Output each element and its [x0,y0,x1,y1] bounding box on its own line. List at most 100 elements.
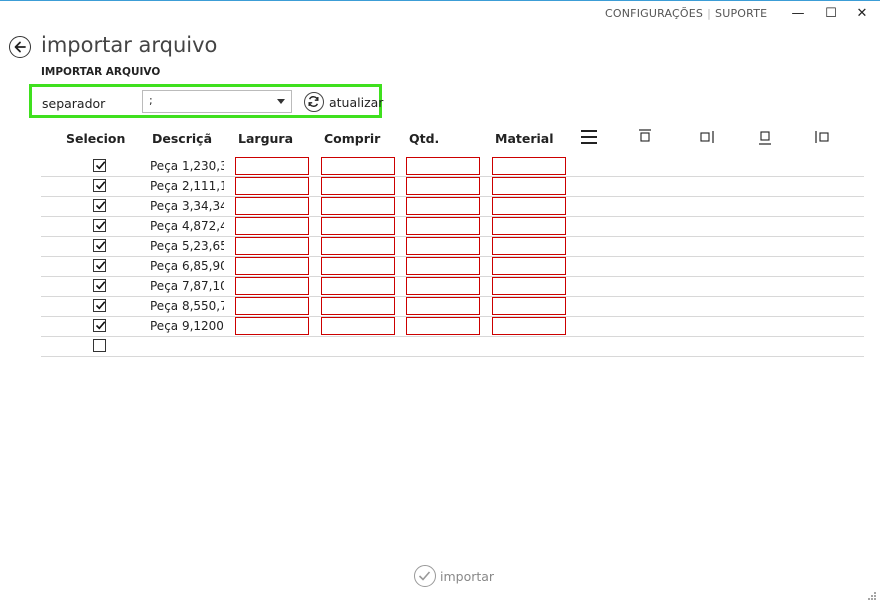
qty-input[interactable] [406,197,480,215]
separator-label: separador [42,96,106,111]
checkmark-icon [95,301,106,310]
checkmark-icon [95,241,106,250]
row-description: Peça 4,872,4 [150,219,224,233]
row-checkbox[interactable] [93,239,106,252]
length-input[interactable] [321,277,395,295]
section-title: IMPORTAR ARQUIVO [41,66,161,78]
checkmark-icon [95,201,106,210]
length-input[interactable] [321,257,395,275]
row-description: Peça 7,87,10 [150,279,224,293]
top-nav: CONFIGURAÇÕES | SUPORTE [605,7,767,20]
qty-input[interactable] [406,257,480,275]
material-input[interactable] [492,277,566,295]
chevron-down-icon [277,99,285,104]
close-button[interactable]: ✕ [850,4,874,24]
row-divider [41,336,864,337]
length-input[interactable] [321,317,395,335]
checkmark-icon [95,181,106,190]
edge-right-icon[interactable] [699,128,717,146]
width-input[interactable] [235,177,309,195]
maximize-icon: ☐ [825,6,837,21]
material-input[interactable] [492,177,566,195]
checkmark-icon [95,261,106,270]
header-material[interactable]: Material [495,131,554,146]
qty-input[interactable] [406,277,480,295]
row-description: Peça 1,230,3 [150,159,224,173]
row-description: Peça 5,23,65 [150,239,224,253]
material-input[interactable] [492,237,566,255]
qty-input[interactable] [406,237,480,255]
qty-input[interactable] [406,217,480,235]
back-button[interactable] [9,36,31,58]
minimize-icon: — [791,6,805,21]
row-checkbox[interactable] [93,179,106,192]
qty-input[interactable] [406,177,480,195]
width-input[interactable] [235,297,309,315]
close-icon: ✕ [856,6,868,21]
row-checkbox[interactable] [93,219,106,232]
check-circle-icon [414,565,436,587]
checkmark-icon [95,321,106,330]
material-input[interactable] [492,157,566,175]
row-checkbox[interactable] [93,319,106,332]
refresh-icon[interactable] [304,92,324,112]
width-input[interactable] [235,157,309,175]
qty-input[interactable] [406,297,480,315]
length-input[interactable] [321,197,395,215]
length-input[interactable] [321,157,395,175]
header-description[interactable]: Descriçã [152,131,212,146]
row-checkbox[interactable] [93,199,106,212]
import-label: importar [440,569,495,584]
refresh-button[interactable]: atualizar [329,95,383,110]
checkmark-icon [95,161,106,170]
checkmark-icon [95,281,106,290]
row-description: Peça 3,34,34 [150,199,224,213]
row-checkbox[interactable] [93,259,106,272]
settings-link[interactable]: CONFIGURAÇÕES [605,7,703,20]
edge-top-icon[interactable] [637,128,653,146]
maximize-button[interactable]: ☐ [819,4,843,24]
row-checkbox[interactable] [93,279,106,292]
length-input[interactable] [321,177,395,195]
material-input[interactable] [492,317,566,335]
row-checkbox[interactable] [93,339,106,352]
header-select[interactable]: Selecion [66,131,125,146]
window-top-border [0,0,880,1]
resize-grip-icon[interactable] [867,591,877,601]
length-input[interactable] [321,237,395,255]
row-divider [41,356,864,357]
width-input[interactable] [235,277,309,295]
width-input[interactable] [235,317,309,335]
length-input[interactable] [321,217,395,235]
header-length[interactable]: Comprir [324,131,380,146]
material-input[interactable] [492,217,566,235]
material-input[interactable] [492,197,566,215]
material-input[interactable] [492,297,566,315]
header-qty[interactable]: Qtd. [409,131,439,146]
separator-select[interactable]: ; [142,90,292,113]
row-checkbox[interactable] [93,299,106,312]
menu-lines-icon[interactable] [580,128,598,146]
row-description: Peça 2,111,1 [150,179,224,193]
row-description: Peça 6,85,90 [150,259,224,273]
edge-left-icon[interactable] [813,128,831,146]
width-input[interactable] [235,237,309,255]
width-input[interactable] [235,197,309,215]
qty-input[interactable] [406,317,480,335]
edge-bottom-icon[interactable] [757,128,773,146]
separator-toolbar: separador ; atualizar [29,84,383,118]
qty-input[interactable] [406,157,480,175]
length-input[interactable] [321,297,395,315]
minimize-button[interactable]: — [786,4,810,24]
material-input[interactable] [492,257,566,275]
width-input[interactable] [235,217,309,235]
row-description: Peça 8,550,7 [150,299,224,313]
support-link[interactable]: SUPORTE [715,7,767,20]
width-input[interactable] [235,257,309,275]
checkmark-icon [95,221,106,230]
nav-separator: | [707,7,712,20]
page-title: importar arquivo [41,33,218,57]
header-width[interactable]: Largura [238,131,293,146]
separator-value: ; [149,94,153,107]
row-checkbox[interactable] [93,159,106,172]
